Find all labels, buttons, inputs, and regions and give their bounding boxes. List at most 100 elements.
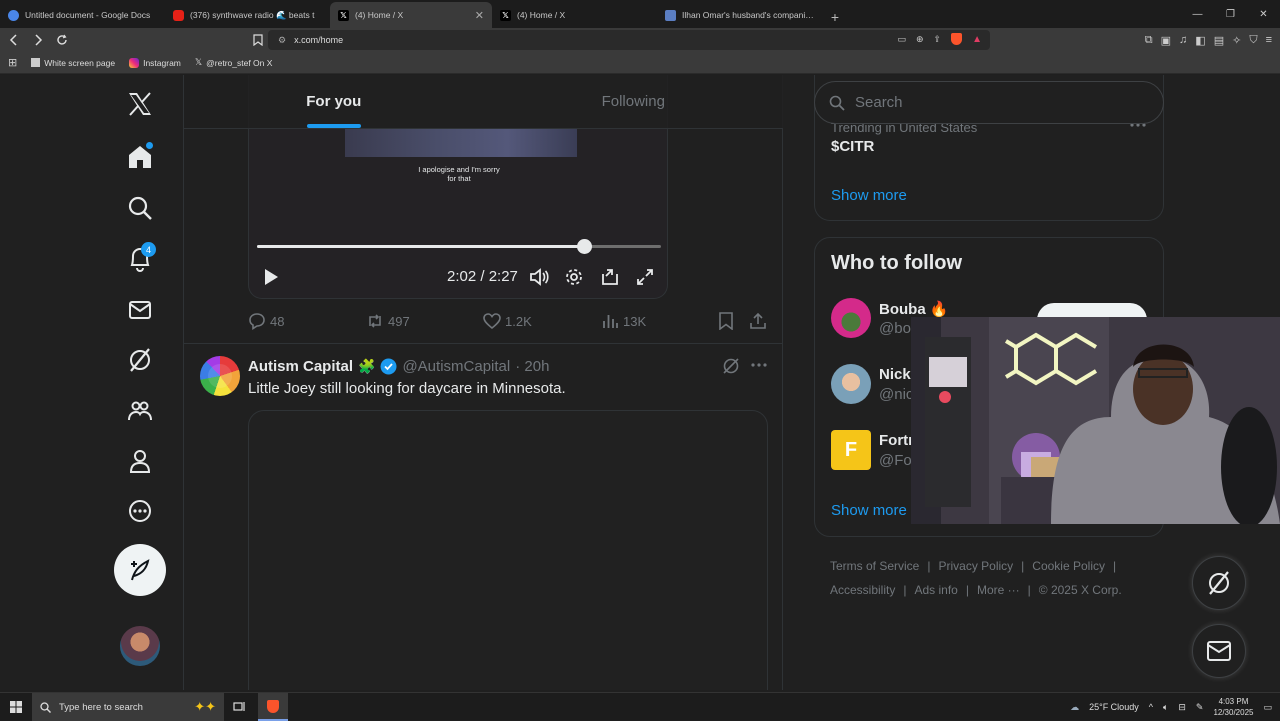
reload-icon[interactable]	[52, 30, 72, 50]
messages-float-button[interactable]	[1192, 624, 1246, 678]
communities-icon[interactable]	[120, 391, 160, 431]
brave-rewards-icon[interactable]: ▲	[972, 34, 982, 45]
menu-icon[interactable]: ≡	[1266, 34, 1272, 46]
volume-icon[interactable]	[529, 267, 549, 287]
wallet-icon[interactable]: ▣	[1161, 34, 1171, 47]
windows-start-icon[interactable]	[10, 701, 22, 713]
search-icon[interactable]	[120, 188, 160, 228]
picture-in-picture-icon[interactable]	[601, 267, 619, 287]
bookmark-item[interactable]: 𝕏 @retro_stef On X	[195, 57, 273, 68]
forward-icon[interactable]	[28, 30, 48, 50]
window-controls: ― ❐ ✕	[1181, 0, 1280, 28]
terms-link[interactable]: Terms of Service	[830, 559, 919, 573]
new-tab-button[interactable]: +	[824, 6, 846, 28]
repost-button[interactable]: 497	[366, 312, 410, 330]
brave-taskbar-button[interactable]	[258, 693, 288, 721]
task-view-icon[interactable]	[233, 700, 246, 713]
pen-icon[interactable]: ✎	[1196, 702, 1204, 713]
sidebar-icon[interactable]: ◧	[1195, 34, 1205, 47]
suggestion-name[interactable]: Bouba 🔥	[879, 300, 949, 318]
play-icon[interactable]	[263, 267, 279, 287]
suggestion-avatar[interactable]	[831, 364, 871, 404]
brave-shield-icon[interactable]	[951, 33, 963, 45]
ads-info-link[interactable]: Ads info	[914, 583, 957, 597]
apps-grid-icon[interactable]: ⊞	[8, 56, 17, 69]
video-progress-bar[interactable]	[257, 239, 661, 254]
volume-tray-icon[interactable]: 🔈︎	[1163, 702, 1168, 713]
share-post-icon[interactable]	[749, 312, 767, 330]
post-more-icon[interactable]	[750, 356, 768, 374]
views-button[interactable]: 13K	[601, 312, 646, 330]
more-options-icon[interactable]	[120, 491, 160, 531]
more-link[interactable]: More ···	[977, 583, 1020, 597]
messages-icon[interactable]	[120, 290, 160, 330]
home-icon[interactable]	[120, 137, 160, 177]
author-name[interactable]: Autism Capital	[248, 358, 353, 375]
grok-icon[interactable]	[120, 340, 160, 380]
tab-following[interactable]: Following	[484, 75, 784, 128]
leo-icon[interactable]: ✧	[1232, 34, 1241, 47]
zoom-icon[interactable]: ⊕	[916, 34, 924, 45]
music-icon[interactable]: ♫	[1179, 34, 1187, 46]
post-time[interactable]: · 20h	[515, 358, 549, 375]
browser-tab[interactable]: Untitled document - Google Docs	[0, 2, 165, 28]
account-avatar[interactable]	[120, 626, 160, 666]
minimize-icon[interactable]: ―	[1181, 0, 1214, 28]
close-window-icon[interactable]: ✕	[1247, 0, 1280, 28]
tray-chevron-icon[interactable]: ^	[1149, 702, 1153, 712]
clock-date: 12/30/2025	[1213, 708, 1254, 717]
grok-float-button[interactable]	[1192, 556, 1246, 610]
share-icon[interactable]: ⇪	[934, 34, 942, 45]
browser-tab[interactable]: (376) synthwave radio 🌊 beats t	[165, 2, 330, 28]
weather-text[interactable]: 25°F Cloudy	[1089, 702, 1139, 712]
x-logo-icon[interactable]	[120, 84, 160, 124]
extensions-icon[interactable]: ⧉	[1145, 34, 1153, 47]
system-clock[interactable]: 4:03 PM 12/30/2025	[1213, 696, 1253, 718]
taskbar-search[interactable]: Type here to search ✦✦	[32, 693, 224, 721]
bookmark-item[interactable]: White screen page	[31, 58, 115, 68]
vpn-icon[interactable]: ⛉	[1249, 34, 1257, 47]
wallet2-icon[interactable]: ▤	[1214, 34, 1224, 47]
show-more-link[interactable]: Show more	[831, 187, 907, 204]
post-media[interactable]	[248, 410, 768, 690]
grok-explain-icon[interactable]	[722, 357, 740, 375]
cookie-link[interactable]: Cookie Policy	[1032, 559, 1105, 573]
show-more-follow-link[interactable]: Show more	[831, 502, 907, 519]
settings-gear-icon[interactable]	[565, 267, 583, 287]
search-input[interactable]: Search	[814, 81, 1164, 124]
trend-name[interactable]: $CITR	[831, 138, 874, 155]
privacy-link[interactable]: Privacy Policy	[938, 559, 1013, 573]
restore-icon[interactable]: ❐	[1214, 0, 1247, 28]
repost-count: 497	[388, 313, 410, 329]
fortnite-logo-icon[interactable]: F	[831, 430, 871, 470]
notification-center-icon[interactable]: ▭	[1263, 702, 1272, 713]
network-icon[interactable]: ⊟	[1178, 702, 1186, 713]
post-author-avatar[interactable]	[200, 356, 240, 396]
bookmark-item[interactable]: Instagram	[129, 57, 181, 68]
messages-icon	[1207, 641, 1231, 661]
back-icon[interactable]	[4, 30, 24, 50]
suggestion-avatar[interactable]	[831, 298, 871, 338]
browser-tab[interactable]: 𝕏 (4) Home / X	[492, 2, 657, 28]
bookmark-label: Instagram	[143, 57, 181, 68]
profile-icon[interactable]	[120, 441, 160, 481]
bookmark-icon[interactable]	[718, 312, 734, 330]
tab-title: (4) Home / X	[517, 10, 566, 20]
like-button[interactable]: 1.2K	[483, 312, 532, 330]
compose-post-button[interactable]	[114, 544, 166, 596]
address-bar[interactable]: ⚙ x.com/home ▭ ⊕ ⇪ ▲	[268, 30, 990, 50]
suggestion-name[interactable]: Nick	[879, 366, 911, 383]
reply-button[interactable]: 48	[248, 312, 284, 330]
site-info-icon[interactable]: ⚙	[278, 35, 286, 46]
fullscreen-icon[interactable]	[637, 267, 653, 287]
cast-icon[interactable]: ▭	[897, 34, 906, 45]
video-scrubber-handle[interactable]	[577, 239, 593, 254]
browser-tab[interactable]: Ilhan Omar's husband's companies s	[657, 2, 822, 28]
browser-tab-active[interactable]: 𝕏 (4) Home / X ✕	[330, 2, 492, 28]
accessibility-link[interactable]: Accessibility	[830, 583, 895, 597]
author-handle[interactable]: @AutismCapital	[402, 358, 510, 375]
close-tab-icon[interactable]: ✕	[475, 9, 484, 22]
bookmark-page-icon[interactable]	[248, 30, 268, 50]
tab-for-you[interactable]: For you	[184, 75, 484, 128]
weather-icon[interactable]: ☁	[1070, 702, 1079, 713]
